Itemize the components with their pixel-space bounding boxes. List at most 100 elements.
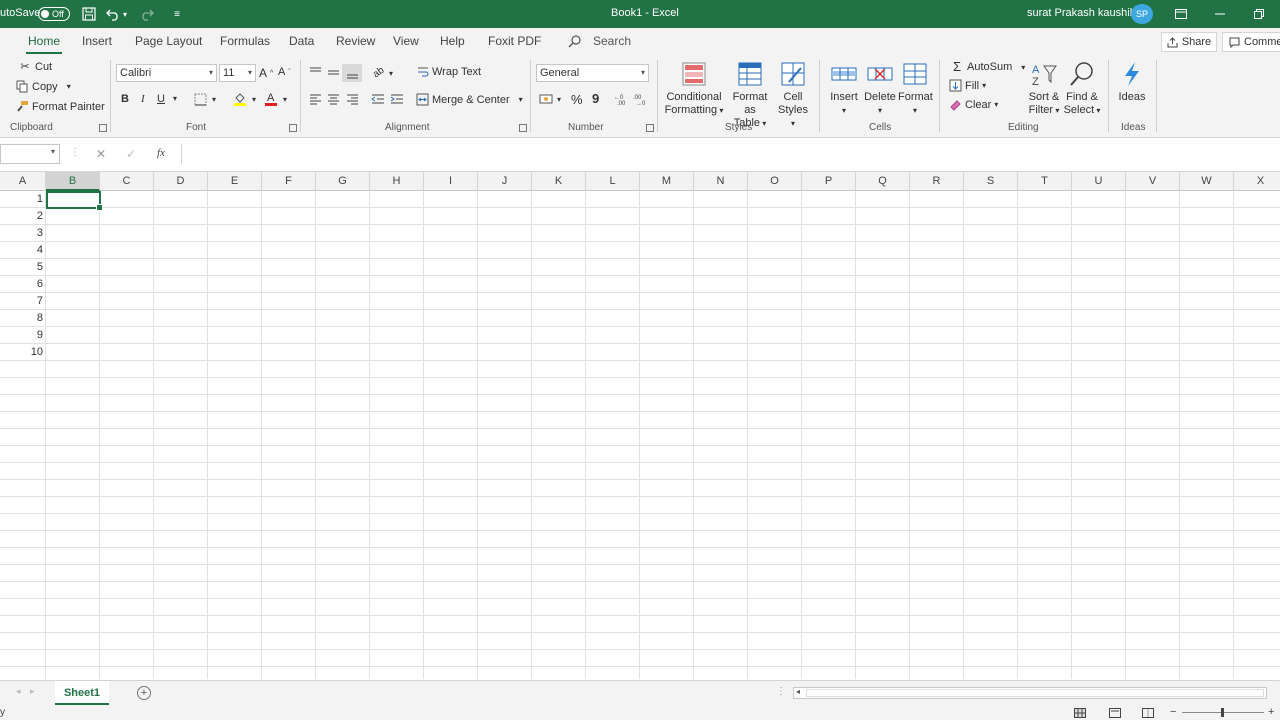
row-header-2[interactable]: 2 xyxy=(0,208,45,225)
redo-icon[interactable] xyxy=(138,5,156,23)
wrap-text-button[interactable]: Wrap Text xyxy=(417,66,481,78)
scroll-left-icon[interactable]: ◂ xyxy=(796,687,800,696)
decrease-font-size-button[interactable]: Aˇ xyxy=(278,66,291,78)
horizontal-scrollbar[interactable]: ◂ xyxy=(793,687,1267,699)
normal-view-icon[interactable] xyxy=(1074,708,1086,718)
decrease-decimal-button[interactable]: .00 →0 xyxy=(633,93,648,105)
undo-dropdown-icon[interactable]: ▾ xyxy=(120,5,130,23)
tab-page-layout[interactable]: Page Layout xyxy=(135,34,202,48)
underline-button[interactable]: U xyxy=(157,93,165,105)
share-button[interactable]: Share xyxy=(1161,32,1217,52)
scroll-tabs-left-icon[interactable]: ◂ xyxy=(16,686,21,697)
scroll-tabs-right-icon[interactable]: ▸ xyxy=(30,686,35,697)
row-header-5[interactable]: 5 xyxy=(0,259,45,276)
orientation-button[interactable]: ab ▾ xyxy=(371,65,393,80)
tab-review[interactable]: Review xyxy=(336,34,375,48)
column-header-m[interactable]: M xyxy=(640,172,694,191)
row-header-3[interactable]: 3 xyxy=(0,225,45,242)
tab-help[interactable]: Help xyxy=(440,34,465,48)
page-break-view-icon[interactable] xyxy=(1142,708,1154,718)
column-header-q[interactable]: Q xyxy=(856,172,910,191)
row-header-4[interactable]: 4 xyxy=(0,242,45,259)
worksheet-grid[interactable]: 1 2 3 4 5 6 7 8 9 10 xyxy=(0,191,1280,679)
column-header-x[interactable]: X xyxy=(1234,172,1280,191)
font-size-combo[interactable]: 11 ▾ xyxy=(219,64,256,82)
column-header-a[interactable]: A xyxy=(0,172,46,191)
column-header-j[interactable]: J xyxy=(478,172,532,191)
column-header-b[interactable]: B xyxy=(46,172,100,191)
column-header-u[interactable]: U xyxy=(1072,172,1126,191)
fill-button[interactable]: Fill ▾ xyxy=(949,79,986,92)
search-box[interactable]: Search xyxy=(568,34,631,48)
autosave-toggle[interactable]: Off xyxy=(38,7,70,21)
sort-filter-button[interactable]: AZ Sort & Filter ▾ xyxy=(1026,60,1062,117)
column-header-k[interactable]: K xyxy=(532,172,586,191)
zoom-slider-thumb[interactable] xyxy=(1221,708,1224,717)
tab-data[interactable]: Data xyxy=(289,34,314,48)
align-right-button[interactable] xyxy=(346,93,359,105)
format-cells-button[interactable]: Format ▾ xyxy=(898,60,933,117)
fill-color-button[interactable]: ▾ xyxy=(233,92,256,107)
scroll-thumb[interactable] xyxy=(806,689,1264,697)
save-icon[interactable] xyxy=(80,5,98,23)
delete-cells-button[interactable]: Delete ▾ xyxy=(863,60,897,117)
column-header-r[interactable]: R xyxy=(910,172,964,191)
tab-foxit-pdf[interactable]: Foxit PDF xyxy=(488,34,541,48)
name-box[interactable]: ▾ xyxy=(0,144,60,164)
increase-indent-button[interactable] xyxy=(390,93,404,105)
accounting-format-button[interactable]: ▾ xyxy=(539,93,561,105)
find-select-button[interactable]: Find & Select ▾ xyxy=(1063,60,1101,117)
ribbon-display-icon[interactable] xyxy=(1172,5,1190,23)
column-header-h[interactable]: H xyxy=(370,172,424,191)
new-sheet-icon[interactable]: + xyxy=(137,686,151,700)
column-header-d[interactable]: D xyxy=(154,172,208,191)
autosum-button[interactable]: Σ AutoSum ▾ xyxy=(950,60,1025,74)
number-launcher-icon[interactable] xyxy=(646,124,654,132)
scrollbar-grip-icon[interactable]: ⋮ xyxy=(776,686,786,697)
alignment-launcher-icon[interactable] xyxy=(519,124,527,132)
tab-home[interactable]: Home xyxy=(25,34,63,55)
zoom-in-icon[interactable]: + xyxy=(1268,706,1274,718)
percent-button[interactable]: % xyxy=(571,92,583,107)
row-header-10[interactable]: 10 xyxy=(0,344,45,361)
insert-function-icon[interactable]: fx xyxy=(157,147,165,159)
merge-center-button[interactable]: Merge & Center ▾ xyxy=(416,93,523,106)
align-bottom-button[interactable] xyxy=(342,64,362,82)
cell-styles-button[interactable]: Cell Styles ▾ xyxy=(775,60,811,130)
sheet-tab[interactable]: Sheet1 xyxy=(55,681,109,705)
font-name-combo[interactable]: Calibri ▾ xyxy=(116,64,217,82)
restore-icon[interactable] xyxy=(1250,5,1268,23)
minimize-icon[interactable] xyxy=(1211,5,1229,23)
column-header-c[interactable]: C xyxy=(100,172,154,191)
row-header-9[interactable]: 9 xyxy=(0,327,45,344)
column-header-w[interactable]: W xyxy=(1180,172,1234,191)
column-header-n[interactable]: N xyxy=(694,172,748,191)
column-header-p[interactable]: P xyxy=(802,172,856,191)
comma-style-button[interactable]: 9 xyxy=(592,91,599,106)
italic-button[interactable]: I xyxy=(141,93,145,105)
customize-qat-icon[interactable]: ≡ xyxy=(168,5,186,23)
align-middle-button[interactable] xyxy=(327,66,340,79)
copy-button[interactable]: Copy ▾ xyxy=(16,80,71,93)
comments-button[interactable]: Comme xyxy=(1222,32,1280,52)
increase-font-size-button[interactable]: A ^ xyxy=(259,66,273,80)
avatar[interactable]: SP xyxy=(1131,4,1153,24)
formula-input[interactable] xyxy=(181,144,1280,164)
increase-decimal-button[interactable]: ←0.00 xyxy=(614,93,629,105)
align-center-button[interactable] xyxy=(327,93,340,105)
column-header-o[interactable]: O xyxy=(748,172,802,191)
cut-button[interactable]: ✂ Cut xyxy=(18,60,52,74)
clipboard-launcher-icon[interactable] xyxy=(99,124,107,132)
borders-button[interactable]: ▾ xyxy=(194,93,216,106)
insert-cells-button[interactable]: Insert ▾ xyxy=(827,60,861,117)
tab-view[interactable]: View xyxy=(393,34,419,48)
active-cell[interactable] xyxy=(46,191,103,211)
font-launcher-icon[interactable] xyxy=(289,124,297,132)
user-name[interactable]: surat Prakash kaushik xyxy=(1027,7,1135,19)
tab-insert[interactable]: Insert xyxy=(82,34,112,48)
column-header-e[interactable]: E xyxy=(208,172,262,191)
tab-formulas[interactable]: Formulas xyxy=(220,34,270,48)
row-header-6[interactable]: 6 xyxy=(0,276,45,293)
row-header-7[interactable]: 7 xyxy=(0,293,45,310)
number-format-combo[interactable]: General ▾ xyxy=(536,64,649,82)
